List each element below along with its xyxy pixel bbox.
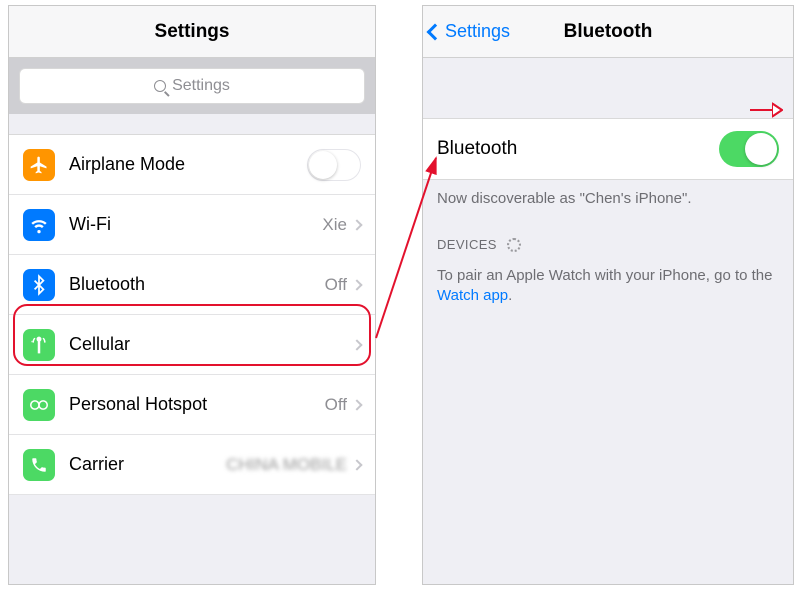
- back-label: Settings: [445, 21, 510, 42]
- airplane-icon: [23, 149, 55, 181]
- bluetooth-toggle-row: Bluetooth: [423, 118, 793, 180]
- row-bluetooth[interactable]: Bluetooth Off: [9, 255, 375, 315]
- row-airplane-mode[interactable]: Airplane Mode: [9, 135, 375, 195]
- devices-section-header: DEVICES: [423, 217, 793, 260]
- bluetooth-toggle[interactable]: [719, 131, 779, 167]
- pair-text-after: .: [508, 287, 512, 304]
- chevron-right-icon: [351, 339, 362, 350]
- chevron-right-icon: [351, 279, 362, 290]
- phone-icon: [23, 449, 55, 481]
- row-label: Airplane Mode: [69, 154, 307, 175]
- row-value: Xie: [322, 215, 347, 235]
- bluetooth-icon: [23, 269, 55, 301]
- watch-app-link[interactable]: Watch app: [437, 287, 508, 304]
- search-input[interactable]: Settings: [19, 68, 365, 104]
- annotation-arrow-icon: [749, 101, 783, 119]
- wifi-icon: [23, 209, 55, 241]
- row-label: Cellular: [69, 334, 353, 355]
- row-carrier[interactable]: Carrier CHINA MOBILE: [9, 435, 375, 495]
- row-cellular[interactable]: Cellular: [9, 315, 375, 375]
- chevron-right-icon: [351, 399, 362, 410]
- row-label: Carrier: [69, 454, 226, 475]
- back-button[interactable]: Settings: [429, 6, 510, 57]
- settings-list: Airplane Mode Wi-Fi Xie Bluetooth Off Ce…: [9, 134, 375, 495]
- row-wifi[interactable]: Wi-Fi Xie: [9, 195, 375, 255]
- bluetooth-panel: Settings Bluetooth Bluetooth Now discove…: [422, 5, 794, 585]
- nav-header: Settings Bluetooth: [423, 6, 793, 58]
- airplane-toggle[interactable]: [307, 149, 361, 181]
- page-title: Bluetooth: [564, 21, 653, 43]
- row-value: Off: [325, 395, 347, 415]
- search-icon: [154, 80, 166, 92]
- spinner-icon: [507, 238, 521, 252]
- row-value: CHINA MOBILE: [226, 455, 347, 475]
- page-title: Settings: [155, 21, 230, 43]
- devices-label: DEVICES: [437, 237, 497, 252]
- nav-header: Settings: [9, 6, 375, 58]
- hotspot-icon: [23, 389, 55, 421]
- search-bar-wrap: Settings: [9, 58, 375, 114]
- chevron-right-icon: [351, 219, 362, 230]
- row-value: Off: [325, 275, 347, 295]
- search-placeholder: Settings: [172, 77, 230, 95]
- row-label: Bluetooth: [69, 274, 325, 295]
- row-personal-hotspot[interactable]: Personal Hotspot Off: [9, 375, 375, 435]
- pair-instructions: To pair an Apple Watch with your iPhone,…: [423, 260, 793, 327]
- pair-text-before: To pair an Apple Watch with your iPhone,…: [437, 267, 772, 284]
- chevron-right-icon: [351, 459, 362, 470]
- settings-panel: Settings Settings Airplane Mode Wi-Fi Xi…: [8, 5, 376, 585]
- discoverable-text: Now discoverable as "Chen's iPhone".: [423, 180, 793, 217]
- row-label: Wi-Fi: [69, 214, 322, 235]
- row-label: Personal Hotspot: [69, 394, 325, 415]
- toggle-label: Bluetooth: [437, 138, 719, 160]
- cellular-icon: [23, 329, 55, 361]
- chevron-left-icon: [427, 23, 444, 40]
